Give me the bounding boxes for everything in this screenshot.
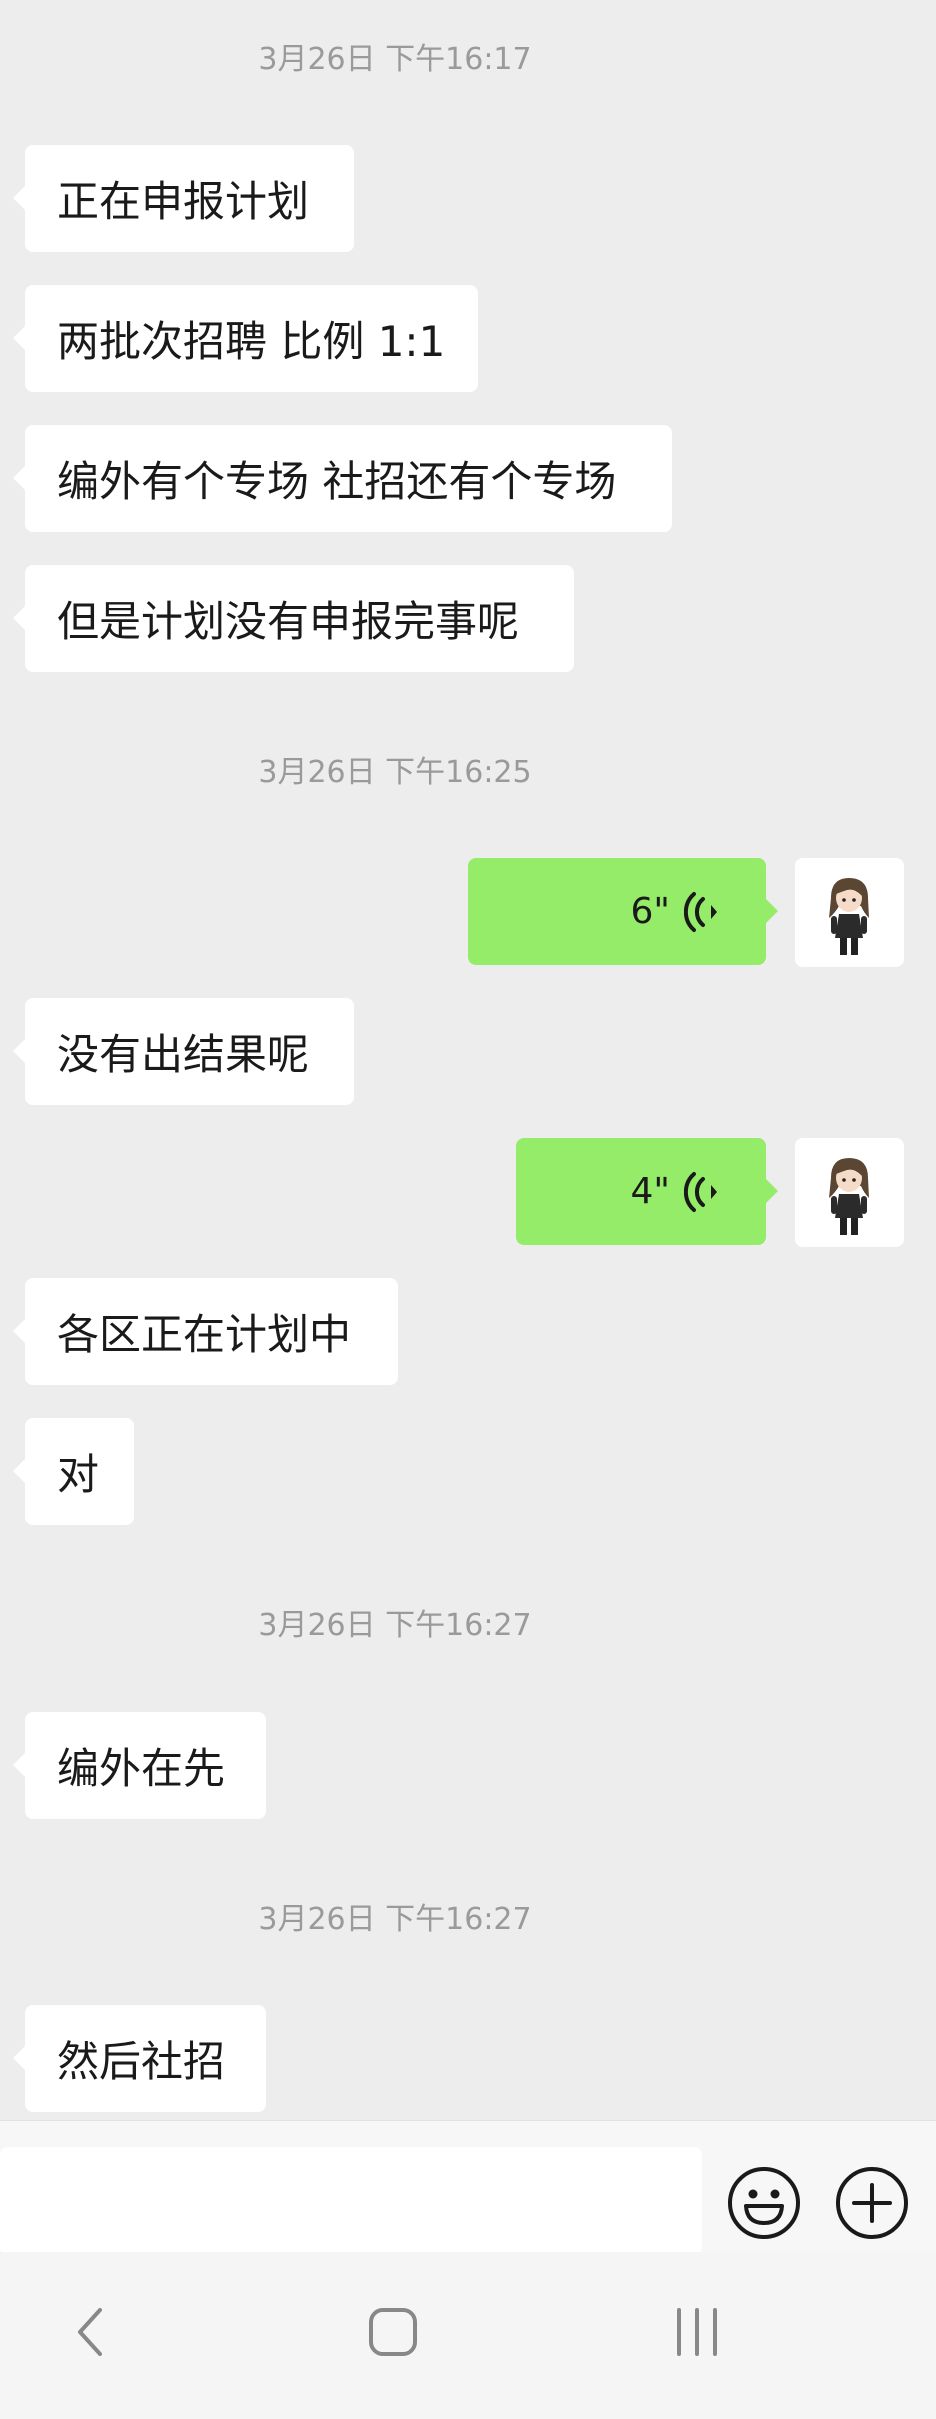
avatar-icon [795,1138,904,1247]
back-icon [78,2308,102,2356]
message-text: 没有出结果呢 [57,1030,310,1079]
avatar[interactable] [795,1138,904,1247]
message-text: 两批次招聘 比例 1:1 [57,317,446,366]
incoming-message-bubble[interactable]: 两批次招聘 比例 1:1 [13,285,478,392]
incoming-message-bubble[interactable]: 没有出结果呢 [13,998,354,1105]
add-button[interactable] [834,2165,910,2241]
recents-button[interactable] [647,2282,747,2382]
chat-area[interactable]: 3月26日 下午16:17 正在申报计划 两批次招聘 比例 1:1 编外有个专场… [0,0,936,2120]
message-text: 正在申报计划 [57,177,310,226]
voice-wave-icon [684,1171,718,1213]
incoming-message-bubble[interactable]: 对 [13,1418,134,1525]
message-input[interactable] [0,2147,702,2255]
emoji-icon [728,2167,800,2239]
voice-wave-icon [684,891,718,933]
incoming-message-bubble[interactable]: 正在申报计划 [13,145,354,252]
incoming-message-bubble[interactable]: 但是计划没有申报完事呢 [13,565,574,672]
emoji-button[interactable] [726,2165,802,2241]
incoming-message-bubble[interactable]: 编外有个专场 社招还有个专场 [13,425,672,532]
incoming-message-bubble[interactable]: 然后社招 [13,2005,266,2112]
message-text: 编外在先 [57,1744,226,1793]
message-text: 编外有个专场 社招还有个专场 [57,457,617,506]
timestamp: 3月26日 下午16:27 [258,1902,532,1937]
incoming-message-bubble[interactable]: 编外在先 [13,1712,266,1819]
outgoing-voice-message[interactable]: 4" [516,1138,778,1245]
message-text: 然后社招 [57,2037,226,2086]
incoming-message-bubble[interactable]: 各区正在计划中 [13,1278,398,1385]
timestamp: 3月26日 下午16:25 [258,755,532,790]
avatar[interactable] [795,858,904,967]
timestamp: 3月26日 下午16:27 [258,1608,532,1643]
voice-duration: 6" [630,891,670,932]
message-text: 各区正在计划中 [57,1310,352,1359]
system-navigation-bar [0,2252,936,2419]
outgoing-voice-message[interactable]: 6" [468,858,778,965]
plus-circle-icon [836,2167,908,2239]
home-button[interactable] [343,2282,443,2382]
message-text: 但是计划没有申报完事呢 [57,597,520,646]
message-text: 对 [57,1450,100,1499]
back-button[interactable] [42,2282,142,2382]
timestamp: 3月26日 下午16:17 [258,42,532,77]
avatar-icon [795,858,904,967]
input-bar [0,2120,936,2255]
home-icon [369,2308,417,2356]
recents-icon [677,2308,717,2356]
voice-duration: 4" [630,1171,670,1212]
